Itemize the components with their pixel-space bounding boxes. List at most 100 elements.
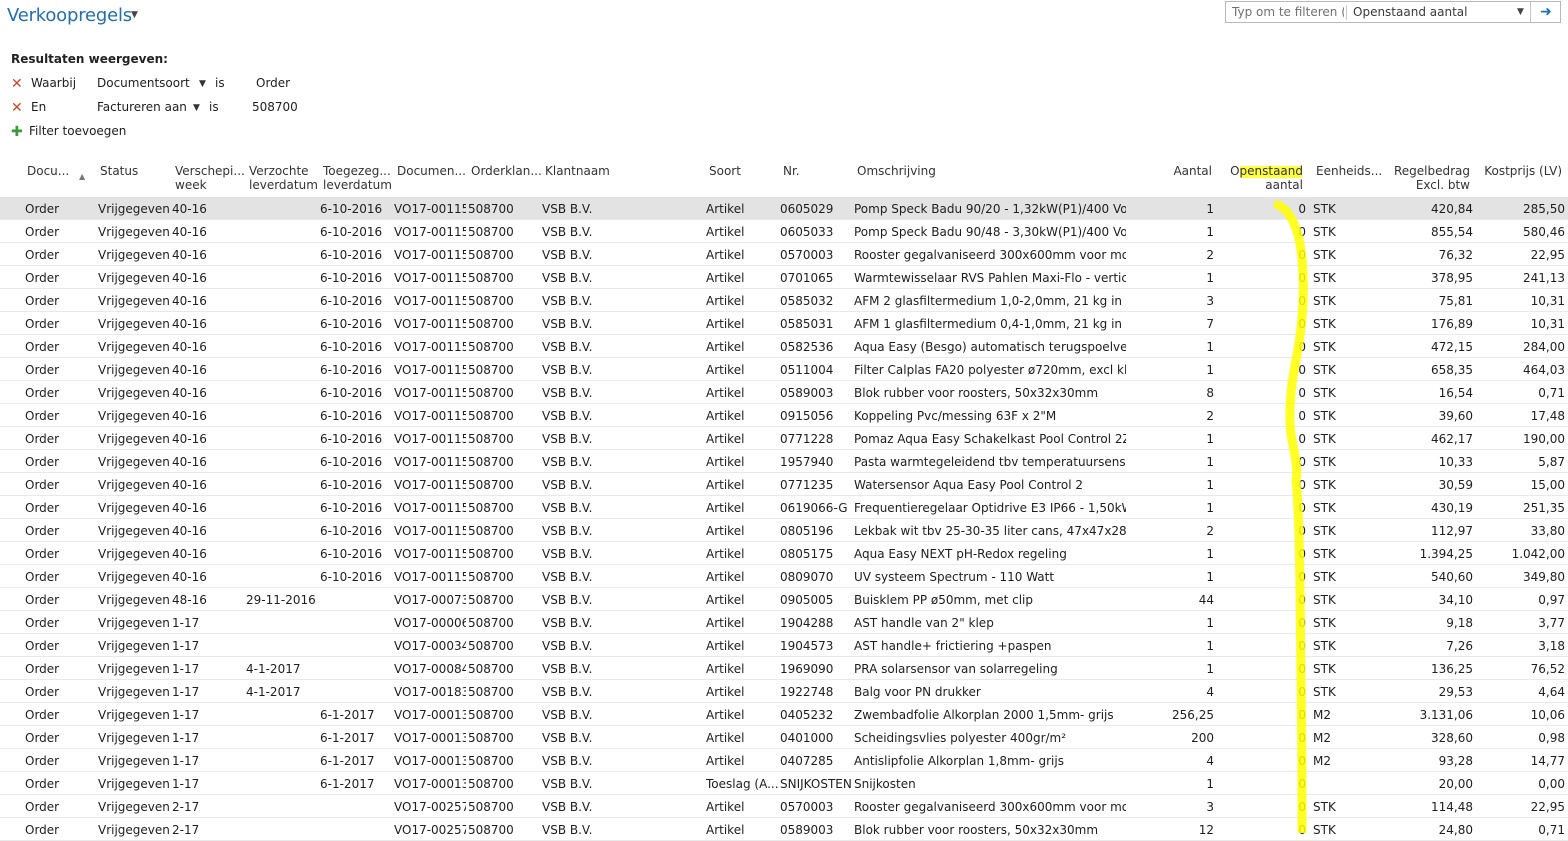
cell-desc: Koppeling Pvc/messing 63F x 2"M xyxy=(854,409,1057,423)
filter-search-box[interactable]: Typ om te filteren (... Openstaand aanta… xyxy=(1225,1,1561,23)
cell-unit: STK xyxy=(1313,570,1336,584)
arrow-right-icon[interactable]: ➜ xyxy=(1530,2,1561,22)
search-field-select[interactable]: Openstaand aantal xyxy=(1353,5,1467,19)
cell-status: Vrijgegeven xyxy=(98,731,170,745)
cell-cust: 508700 xyxy=(468,363,514,377)
table-row[interactable]: Order Vrijgegeven 1-17 6-1-2017 VO17-00013 50… xyxy=(0,703,1568,726)
column-header-type[interactable]: Soort xyxy=(709,164,779,178)
cell-name: VSB B.V. xyxy=(542,823,593,837)
table-row[interactable]: Order Vrijgegeven 40-16 6-10-2016 VO17-00115… xyxy=(0,381,1568,404)
table-row[interactable]: Order Vrijgegeven 40-16 6-10-2016 VO17-00115… xyxy=(0,404,1568,427)
remove-filter-icon[interactable]: ✕ xyxy=(11,100,23,116)
remove-filter-icon[interactable]: ✕ xyxy=(11,76,23,92)
filter-field[interactable]: Documentsoort xyxy=(97,76,190,90)
table-row[interactable]: Order Vrijgegeven 40-16 6-10-2016 VO17-00115… xyxy=(0,473,1568,496)
column-header-cost[interactable]: Kostprijs (LV) xyxy=(1480,164,1562,178)
cell-cost: 580,46 xyxy=(1523,225,1565,239)
cell-qty: 2 xyxy=(1206,409,1214,423)
table-row[interactable]: Order Vrijgegeven 1-17 6-1-2017 VO17-00013 50… xyxy=(0,726,1568,749)
cell-prom: 6-10-2016 xyxy=(320,570,383,584)
table-row[interactable]: Order Vrijgegeven 2-17 VO17-00257 508700 VSB … xyxy=(0,795,1568,818)
table-row[interactable]: Order Vrijgegeven 1-17 VO17-00006 508700 VSB … xyxy=(0,611,1568,634)
cell-desc: Zwembadfolie Alkorplan 2000 1,5mm- grijs xyxy=(854,708,1114,722)
table-row[interactable]: Order Vrijgegeven 40-16 6-10-2016 VO17-00115… xyxy=(0,496,1568,519)
table-row[interactable]: Order Vrijgegeven 40-16 6-10-2016 VO17-00115… xyxy=(0,220,1568,243)
filter-value[interactable]: 508700 xyxy=(252,100,298,114)
column-header-status[interactable]: Status xyxy=(100,164,170,178)
cell-docno: VO17-00073 xyxy=(394,593,466,607)
cell-desc: Frequentieregelaar Optidrive E3 IP66 - 1… xyxy=(854,501,1126,515)
sort-ascending-icon[interactable]: ▲ xyxy=(79,172,85,181)
column-header-prom[interactable]: Toegezeg... leverdatum xyxy=(323,164,392,192)
search-input[interactable]: Typ om te filteren (... xyxy=(1232,5,1344,19)
cell-docno: VO17-00084 xyxy=(394,662,466,676)
add-filter-row[interactable]: ✚ Filter toevoegen xyxy=(0,124,400,144)
cell-no: 1922748 xyxy=(780,685,834,699)
column-header-amount[interactable]: Regelbedrag Excl. btw xyxy=(1390,164,1470,192)
column-header-unit[interactable]: Eenheids... xyxy=(1316,164,1386,178)
table-row[interactable]: Order Vrijgegeven 2-17 VO17-00257 508700 VSB … xyxy=(0,818,1568,841)
column-header-cust[interactable]: Orderklan... xyxy=(471,164,542,178)
cell-status: Vrijgegeven xyxy=(98,524,170,538)
table-row[interactable]: Order Vrijgegeven 40-16 6-10-2016 VO17-00115… xyxy=(0,243,1568,266)
cell-docno: VO17-00013 xyxy=(394,754,466,768)
table-row[interactable]: Order Vrijgegeven 40-16 6-10-2016 VO17-00115… xyxy=(0,519,1568,542)
column-header-week[interactable]: Verschepi... week xyxy=(175,164,245,192)
cell-unit: STK xyxy=(1313,202,1336,216)
add-filter-link[interactable]: Filter toevoegen xyxy=(29,124,126,138)
cell-desc: Pasta warmtegeleidend tbv temperatuursen… xyxy=(854,455,1126,469)
table-row[interactable]: Order Vrijgegeven 1-17 4-1-2017 VO17-00084 50… xyxy=(0,657,1568,680)
table-row[interactable]: Order Vrijgegeven 40-16 6-10-2016 VO17-00115… xyxy=(0,358,1568,381)
cell-name: VSB B.V. xyxy=(542,800,593,814)
table-row[interactable]: Order Vrijgegeven 48-16 29-11-2016 VO17-0007… xyxy=(0,588,1568,611)
filter-value[interactable]: Order xyxy=(256,76,290,90)
cell-week: 2-17 xyxy=(172,823,200,837)
table-row[interactable]: Order Vrijgegeven 40-16 6-10-2016 VO17-00115… xyxy=(0,312,1568,335)
column-header-qty[interactable]: Aantal xyxy=(1150,164,1212,178)
plus-icon[interactable]: ✚ xyxy=(11,124,23,140)
cell-desc: Pomp Speck Badu 90/20 - 1,32kW(P1)/400 V… xyxy=(854,202,1126,216)
table-row[interactable]: Order Vrijgegeven 40-16 6-10-2016 VO17-00115… xyxy=(0,289,1568,312)
table-row[interactable]: Order Vrijgegeven 1-17 4-1-2017 VO17-00183 50… xyxy=(0,680,1568,703)
column-header-desc[interactable]: Omschrijving xyxy=(857,164,1167,178)
page-title[interactable]: Verkoopregels xyxy=(7,5,132,26)
filter-field[interactable]: Factureren aan xyxy=(97,100,187,114)
table-row[interactable]: Order Vrijgegeven 40-16 6-10-2016 VO17-00115… xyxy=(0,197,1568,220)
title-dropdown-icon[interactable]: ▼ xyxy=(131,10,138,20)
column-header-open[interactable]: Openstaand aantal xyxy=(1226,164,1303,192)
cell-prom: 6-10-2016 xyxy=(320,248,383,262)
column-header-no[interactable]: Nr. xyxy=(783,164,853,178)
cell-doc: Order xyxy=(25,639,60,653)
cell-no: 0809070 xyxy=(780,570,834,584)
table-row[interactable]: Order Vrijgegeven 40-16 6-10-2016 VO17-00115… xyxy=(0,427,1568,450)
column-header-sublabel: leverdatum xyxy=(323,178,392,192)
cell-name: VSB B.V. xyxy=(542,593,593,607)
table-row[interactable]: Order Vrijgegeven 1-17 6-1-2017 VO17-00013 50… xyxy=(0,772,1568,795)
table-row[interactable]: Order Vrijgegeven 1-17 6-1-2017 VO17-00013 50… xyxy=(0,749,1568,772)
column-header-docno[interactable]: Documen... xyxy=(397,164,466,178)
cell-amount: 93,28 xyxy=(1438,754,1473,768)
cell-no: 0771235 xyxy=(780,478,834,492)
cell-name: VSB B.V. xyxy=(542,685,593,699)
cell-unit: M2 xyxy=(1313,731,1331,745)
cell-cust: 508700 xyxy=(468,432,514,446)
cell-doc: Order xyxy=(25,524,60,538)
table-row[interactable]: Order Vrijgegeven 40-16 6-10-2016 VO17-00115… xyxy=(0,542,1568,565)
chevron-down-icon[interactable]: ▼ xyxy=(193,103,200,113)
column-header-name[interactable]: Klantnaam xyxy=(545,164,705,178)
cell-open: 0 xyxy=(1298,501,1306,515)
column-header-req[interactable]: Verzochte leverdatum xyxy=(249,164,318,192)
cell-amount: 462,17 xyxy=(1431,432,1473,446)
table-row[interactable]: Order Vrijgegeven 40-16 6-10-2016 VO17-00115… xyxy=(0,335,1568,358)
table-row[interactable]: Order Vrijgegeven 40-16 6-10-2016 VO17-00115… xyxy=(0,450,1568,473)
column-header-doc[interactable]: Docu... xyxy=(27,164,87,178)
cell-cost: 22,95 xyxy=(1530,248,1565,262)
chevron-down-icon[interactable]: ▼ xyxy=(199,79,206,89)
table-row[interactable]: Order Vrijgegeven 40-16 6-10-2016 VO17-00115… xyxy=(0,565,1568,588)
chevron-down-icon[interactable]: ▼ xyxy=(1517,7,1524,17)
table-row[interactable]: Order Vrijgegeven 1-17 VO17-00034 508700 VSB … xyxy=(0,634,1568,657)
cell-qty: 1 xyxy=(1206,202,1214,216)
cell-status: Vrijgegeven xyxy=(98,294,170,308)
table-row[interactable]: Order Vrijgegeven 40-16 6-10-2016 VO17-00115… xyxy=(0,266,1568,289)
cell-qty: 4 xyxy=(1206,685,1214,699)
